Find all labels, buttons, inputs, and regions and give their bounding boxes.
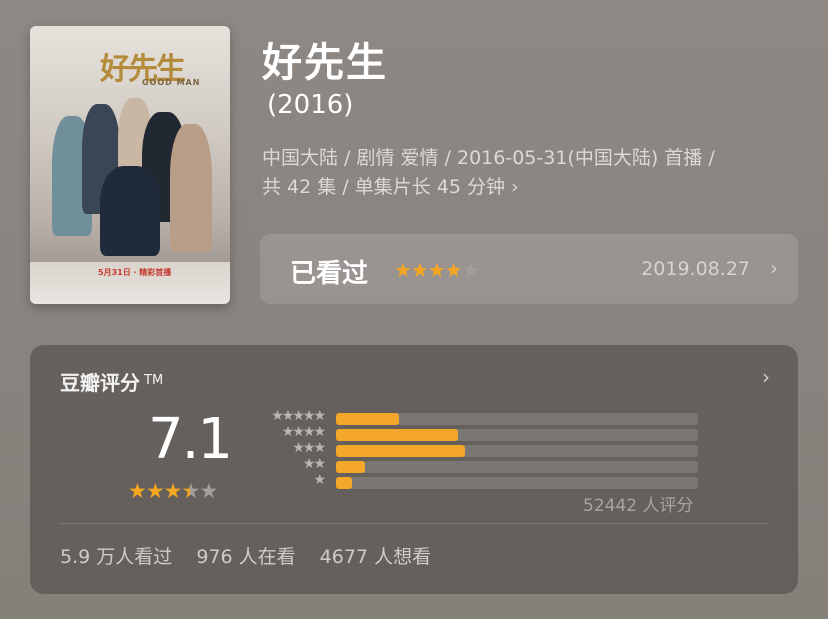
dist-stars-5: ★★★★★ [271, 408, 326, 424]
rating-count: 52442 人评分 [583, 496, 694, 516]
info-line-2-text: 共 42 集 / 单集片长 45 分钟 [262, 176, 505, 198]
rating-title: 豆瓣评分 TM [60, 367, 163, 396]
dist-bar-5 [336, 413, 400, 425]
audience-stats: 5.9 万人看过 976 人在看 4677 人想看 [60, 542, 449, 569]
dist-bar-4 [336, 429, 458, 441]
rating-stars: ★★★★★ [128, 479, 218, 503]
dist-bar-1 [336, 477, 352, 489]
douban-rating-card[interactable]: 豆瓣评分 TM › 7.1 ★★★★★ ★★★★★ ★★★★ ★★★ ★★ ★ 5… [30, 345, 798, 594]
poster-date: 5月31日 · 精彩首播 [98, 268, 172, 277]
star-empty-icon: ★ [199, 479, 218, 503]
poster-figure [170, 124, 212, 252]
dist-track [336, 413, 698, 425]
watched-label: 已看过 [290, 259, 369, 289]
watched-date: 2019.08.27 [641, 258, 750, 280]
star-empty-icons: ★ [461, 258, 480, 282]
dist-stars-2: ★★ [302, 456, 326, 472]
info-line-1: 中国大陆 / 剧情 爱情 / 2016-05-31(中国大陆) 首播 / [262, 147, 715, 169]
dist-track [336, 429, 698, 441]
dist-stars-3: ★★★ [292, 440, 326, 456]
user-rating-stars: ★★★★★ [394, 258, 480, 282]
stat-watched[interactable]: 5.9 万人看过 [60, 546, 172, 568]
poster-figure [100, 166, 160, 256]
star-filled-icons: ★★★★ [394, 258, 463, 282]
poster-image[interactable]: 好先生 GOOD MAN 5月31日 · 精彩首播 [30, 26, 230, 304]
rating-score: 7.1 [148, 407, 233, 472]
star-half-icon: ★ [181, 479, 200, 503]
chevron-right-icon: › [762, 365, 770, 389]
watched-status-card[interactable]: 已看过 ★★★★★ 2019.08.27 › [260, 234, 798, 304]
chevron-right-icon: › [511, 176, 519, 198]
dist-stars-4: ★★★★ [281, 424, 326, 440]
dist-track [336, 461, 698, 473]
dist-track [336, 477, 698, 489]
divider [60, 523, 768, 524]
chevron-right-icon: › [770, 256, 778, 280]
rating-title-text: 豆瓣评分 [60, 371, 140, 395]
dist-stars-1: ★ [313, 472, 325, 488]
stat-want[interactable]: 4677 人想看 [320, 546, 431, 568]
dist-bar-3 [336, 445, 465, 457]
dist-row-1: ★ [256, 472, 698, 491]
movie-info[interactable]: 中国大陆 / 剧情 爱情 / 2016-05-31(中国大陆) 首播 / 共 4… [262, 144, 802, 202]
movie-year: (2016) [267, 90, 354, 120]
movie-title: 好先生 [262, 40, 388, 86]
stat-watching[interactable]: 976 人在看 [196, 546, 295, 568]
poster-subtitle: GOOD MAN [142, 78, 201, 87]
dist-bar-2 [336, 461, 365, 473]
star-filled-icons: ★★★ [128, 479, 182, 503]
dist-track [336, 445, 698, 457]
trademark-mark: TM [144, 373, 164, 388]
info-line-2: 共 42 集 / 单集片长 45 分钟 › [262, 173, 802, 202]
